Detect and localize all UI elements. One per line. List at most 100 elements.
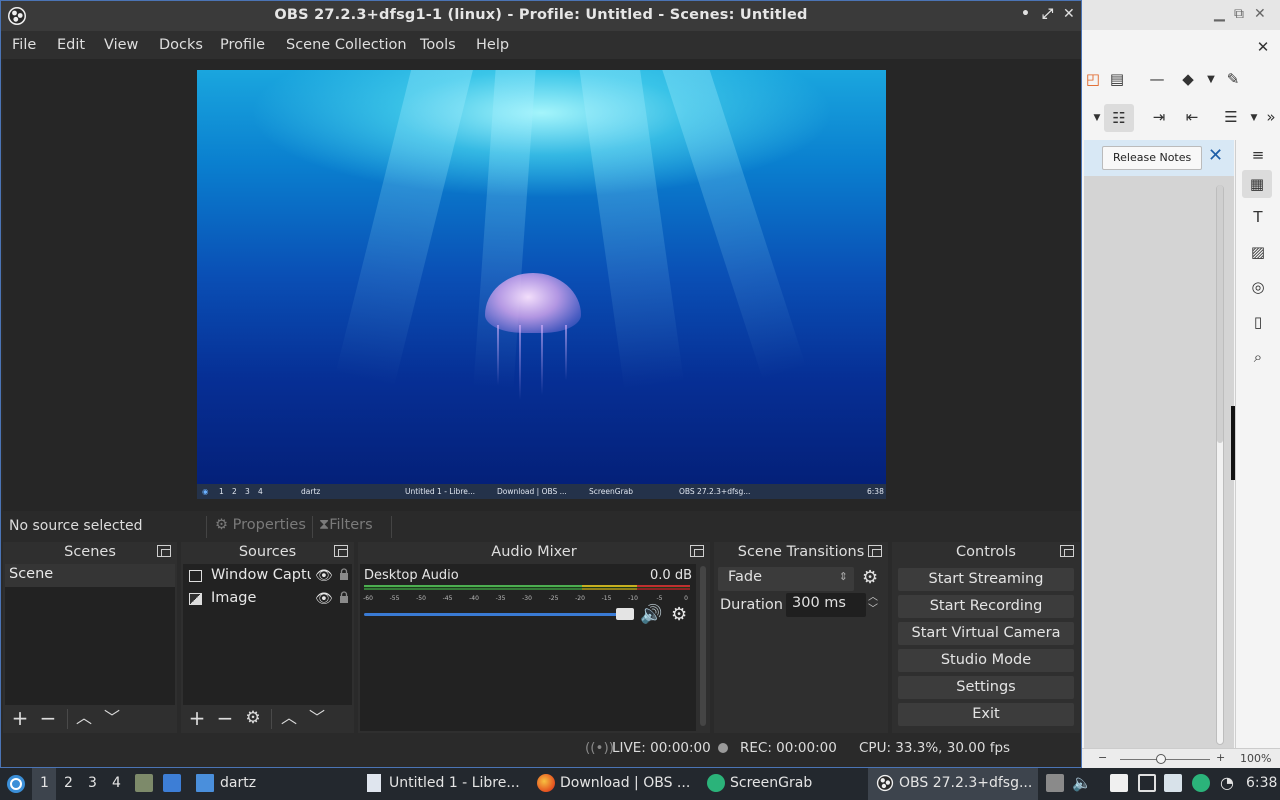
draw-icon[interactable]: ✎ [1222,68,1244,90]
filters-button[interactable]: ⧗Filters [319,517,373,533]
indent-icon[interactable]: ⇥ [1148,106,1170,128]
undock-icon[interactable] [868,545,882,557]
undock-icon[interactable] [334,545,348,557]
gallery-icon[interactable]: ▨ [1247,241,1269,263]
properties-button[interactable]: ⚙ Properties [215,517,306,533]
folder-icon[interactable] [196,774,214,792]
start-streaming-button[interactable]: Start Streaming [898,568,1074,591]
move-down-button[interactable]: ﹀ [101,707,123,729]
notification-icon[interactable] [1164,774,1182,792]
outline-list-icon[interactable]: ☷ [1104,104,1134,132]
page-icon[interactable]: ▤ [1106,68,1128,90]
paragraph-spacing-icon[interactable]: ☰ [1220,106,1242,128]
zoom-in-icon[interactable]: + [1216,751,1225,764]
visibility-eye-icon[interactable]: 👁 [315,591,333,607]
lock-icon[interactable] [339,591,349,603]
lock-icon[interactable] [339,568,349,580]
menu-scene-collection[interactable]: Scene Collection [286,37,407,53]
spin-arrows-icon[interactable]: ︿ ﹀ [868,592,878,616]
undock-icon[interactable] [157,545,171,557]
styles-icon[interactable]: T [1247,206,1269,228]
shape-icon[interactable]: ◆ [1177,68,1199,90]
menu-docks[interactable]: Docks [159,37,203,53]
clock[interactable]: 6:38 [1246,775,1277,791]
add-scene-button[interactable]: + [9,707,31,729]
frame-icon[interactable]: ◰ [1082,68,1104,90]
show-desktop-icon[interactable] [163,774,181,792]
zoom-slider-knob[interactable] [1156,754,1166,764]
menu-view[interactable]: View [104,37,138,53]
restore-icon[interactable]: ⧉ [1234,6,1244,22]
menu-help[interactable]: Help [476,37,509,53]
speaker-icon[interactable]: 🔊 [640,604,662,625]
properties-icon[interactable]: ▦ [1242,170,1272,198]
file-manager-icon[interactable] [135,774,153,792]
minimize-icon[interactable]: • [1021,6,1030,22]
zoom-out-icon[interactable]: − [1098,751,1107,764]
writer-icon[interactable] [367,774,381,792]
clipboard-icon[interactable] [1110,774,1128,792]
exit-button[interactable]: Exit [898,703,1074,726]
more-icon[interactable]: » [1260,106,1280,128]
menu-profile[interactable]: Profile [220,37,265,53]
add-source-button[interactable]: + [186,707,208,729]
task-libreoffice[interactable]: Untitled 1 - Libre... [389,775,520,791]
settings-button[interactable]: Settings [898,676,1074,699]
scrollbar-thumb[interactable] [1217,185,1223,443]
screengrab-icon[interactable] [707,774,725,792]
source-item[interactable]: Image 👁 [183,588,352,611]
scenes-list[interactable]: Scene [5,564,175,705]
tray-eject-icon[interactable] [1046,774,1064,792]
document-area[interactable] [1084,176,1234,748]
workspace-2[interactable]: 2 [64,775,73,791]
sources-list[interactable]: Window Captu 👁 Image 👁 [183,564,352,705]
workspace-3[interactable]: 3 [88,775,97,791]
task-obs[interactable]: OBS 27.2.3+dfsg... [899,775,1032,791]
move-down-button[interactable]: ﹀ [306,707,328,729]
close-icon[interactable]: ✕ [1063,6,1075,22]
outdent-icon[interactable]: ⇤ [1181,106,1203,128]
firefox-icon[interactable] [537,774,555,792]
workspace-1[interactable]: 1 [40,775,49,791]
zoom-level[interactable]: 100% [1240,752,1271,765]
menu-edit[interactable]: Edit [57,37,85,53]
infobar-close-icon[interactable]: ✕ [1208,145,1223,166]
scene-item[interactable]: Scene [5,564,175,587]
studio-mode-button[interactable]: Studio Mode [898,649,1074,672]
menu-file[interactable]: File [12,37,36,53]
preview-canvas[interactable]: ◉ 1 2 3 4 dartz Untitled 1 - Libre... Do… [197,70,886,499]
screen-icon[interactable] [1138,774,1156,792]
remove-source-button[interactable]: − [214,707,236,729]
undock-icon[interactable] [1060,545,1074,557]
start-virtual-camera-button[interactable]: Start Virtual Camera [898,622,1074,645]
source-item[interactable]: Window Captu 👁 [183,565,352,588]
task-firefox[interactable]: Download | OBS ... [560,775,690,791]
volume-icon[interactable]: 🔈 [1072,773,1092,792]
mixer-scrollbar[interactable] [698,564,708,731]
screengrab-tray-icon[interactable] [1192,774,1210,792]
page-icon[interactable]: ▯ [1247,311,1269,333]
volume-slider-knob[interactable] [616,608,634,620]
close-icon[interactable]: ✕ [1254,6,1266,22]
undock-icon[interactable] [690,545,704,557]
duration-input[interactable]: 300 ms [786,593,866,617]
chevron-down-icon[interactable]: ▼ [1200,68,1222,90]
line-icon[interactable]: — [1146,68,1168,90]
workspace-4[interactable]: 4 [112,775,121,791]
visibility-eye-icon[interactable]: 👁 [315,568,333,584]
volume-slider[interactable] [364,613,626,616]
move-up-button[interactable]: ︿ [278,707,300,729]
move-up-button[interactable]: ︿ [73,707,95,729]
remove-scene-button[interactable]: − [37,707,59,729]
release-notes-button[interactable]: Release Notes [1102,146,1203,170]
user-folder[interactable]: dartz [220,775,256,791]
obs-icon[interactable] [876,774,894,792]
minimize-icon[interactable]: ▁ [1214,6,1225,22]
task-screengrab[interactable]: ScreenGrab [730,775,812,791]
mixer-gear-icon[interactable]: ⚙ [671,604,687,625]
start-menu-icon[interactable] [6,774,26,794]
sidebar-menu-icon[interactable]: ≡ [1247,144,1269,166]
mixer-scrollbar-thumb[interactable] [700,566,706,726]
navigator-icon[interactable]: ◎ [1247,276,1269,298]
menu-tools[interactable]: Tools [420,37,456,53]
